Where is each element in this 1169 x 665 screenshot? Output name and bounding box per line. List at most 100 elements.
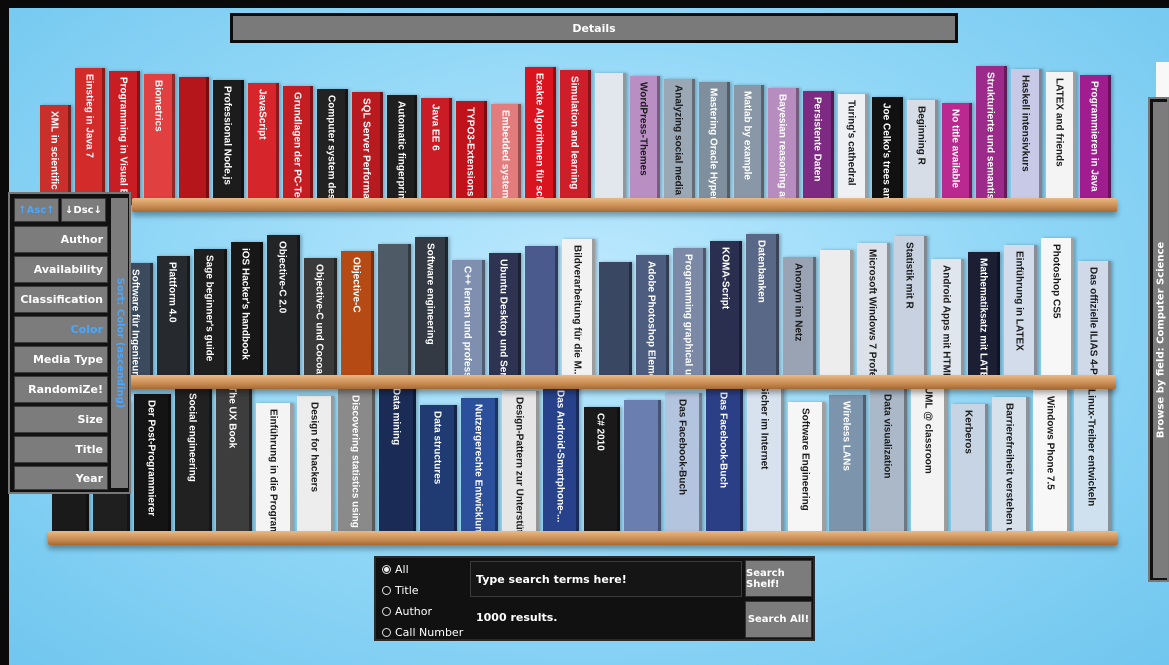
search-all-button[interactable]: Search All!	[745, 601, 812, 638]
book-spine[interactable]: Bildverarbeitung für die M...	[562, 239, 596, 383]
book-spine[interactable]	[599, 262, 632, 383]
browse-panel[interactable]: Browse by field: Computer Science	[1148, 97, 1169, 582]
book-spine[interactable]: Adobe Photoshop Elements 10	[635, 255, 669, 383]
book-spine[interactable]: Barrierefreiheit verstehen und umsetzen	[992, 397, 1030, 538]
book-spine[interactable]: Bayesian reasoning and machine learning	[768, 88, 799, 205]
search-scope-all[interactable]: All	[382, 563, 409, 576]
book-spine[interactable]: Data visualization	[869, 388, 907, 538]
book-spine[interactable]: Computer system design	[317, 89, 349, 205]
book-spine[interactable]: Strukturierte und semantische Analyse	[976, 66, 1007, 205]
sort-year-button[interactable]: Year	[14, 466, 108, 490]
book-spine[interactable]: The UX Book	[215, 380, 253, 538]
book-spine[interactable]	[624, 400, 662, 538]
book-spine[interactable]: No title available	[941, 103, 973, 205]
book-spine[interactable]: Persistente Daten	[802, 91, 834, 205]
book-spine[interactable]: Simulation and learning	[560, 70, 591, 205]
offscreen-book[interactable]	[1156, 62, 1169, 98]
book-spine[interactable]: Biometrics	[144, 74, 175, 205]
search-scope-title[interactable]: Title	[382, 584, 419, 597]
sort-availability-button[interactable]: Availability	[14, 256, 108, 283]
book-spine[interactable]: Beginning R	[906, 100, 938, 205]
book-spine[interactable]: Haskell intensivkurs	[1010, 69, 1042, 205]
sort-author-button[interactable]: Author	[14, 226, 108, 253]
book-spine[interactable]: Objective-C	[341, 251, 374, 383]
book-spine[interactable]: Social engineering	[174, 387, 212, 538]
book-spine[interactable]: Das offizielle ILIAS 4-Praxisbuch	[1078, 261, 1111, 383]
book-spine[interactable]: Objective-C und Cocoa P...	[304, 258, 338, 383]
sort-size-button[interactable]: Size	[14, 406, 108, 433]
book-spine[interactable]: SQL Server Performance Tuning	[352, 92, 383, 205]
book-spine[interactable]: Das Facebook-Buch	[706, 386, 744, 538]
book-spine[interactable]: Android Apps mit HTML, CSS und JavaScrip…	[930, 259, 964, 383]
book-spine[interactable]: Wireless LANs	[828, 395, 866, 538]
book-spine[interactable]: Einführung in die Programmierung mit C++	[256, 403, 294, 538]
search-shelf-button[interactable]: Search Shelf!	[745, 560, 812, 597]
book-spine[interactable]: KOMA-Script	[709, 241, 743, 383]
book-spine[interactable]: Exakte Algorithmen für sch...	[525, 67, 557, 205]
book-spine[interactable]: Kerberos	[951, 404, 989, 538]
sort-media-type-button[interactable]: Media Type	[14, 346, 108, 373]
book-spine[interactable]: C# 2010	[583, 407, 621, 538]
book-spine[interactable]: Software engineering	[414, 237, 448, 383]
book-spine[interactable]: iOS Hacker's handbook	[230, 242, 264, 383]
book-spine[interactable]	[178, 77, 210, 205]
book-spine[interactable]: Software Engineering	[787, 402, 825, 538]
search-scope-call-number[interactable]: Call Number	[382, 626, 463, 639]
book-spine[interactable]: Anonym im Netz	[783, 257, 817, 383]
book-spine[interactable]: Grundlagen der PC-Techn...	[282, 86, 314, 205]
book-spine[interactable]: JavaScript	[248, 83, 279, 205]
sort-ascending-button[interactable]: ↑Asc↑	[14, 198, 59, 222]
book-spine[interactable]: Das Facebook-Buch	[665, 393, 703, 538]
book-spine[interactable]: Design-Pattern zur Unterstützung der G..…	[501, 391, 539, 538]
book-spine[interactable]: Windows Phone 7.5	[1033, 390, 1071, 538]
book-spine[interactable]: Nutzergerechte Entwicklung von Mo...	[460, 398, 498, 538]
book-spine[interactable]: Discovering statistics using R	[338, 389, 376, 538]
book-spine[interactable]: UML @ classroom	[910, 381, 948, 538]
book-spine[interactable]: Statistik mit R	[893, 236, 927, 383]
book-spine[interactable]: Das Android-Smartphone-...	[542, 384, 580, 538]
book-spine[interactable]	[820, 250, 854, 383]
book-spine[interactable]: Data mining	[379, 382, 416, 538]
search-scope-author[interactable]: Author	[382, 605, 432, 618]
book-spine[interactable]: Turing's cathedral	[837, 94, 869, 205]
book-spine[interactable]: Mastering Oracle Hyperion	[698, 82, 730, 205]
book-spine[interactable]: LATEX and friends	[1045, 72, 1077, 205]
book-spine[interactable]: Photoshop CS5	[1041, 238, 1075, 383]
book-spine[interactable]: Embedded system design	[490, 104, 522, 205]
sort-title-button[interactable]: Title	[14, 436, 108, 463]
book-spine[interactable]: Professional Node.js	[213, 80, 245, 205]
book-spine[interactable]: Plattform 4.0	[156, 256, 190, 383]
book-spine[interactable]: C++ lernen und professionell anwenden	[451, 260, 485, 383]
browse-field-tab[interactable]: Browse by field: Computer Science	[1153, 102, 1168, 578]
book-spine[interactable]: Sicher im Internet	[747, 379, 784, 538]
book-spine[interactable]	[594, 73, 626, 205]
book-spine[interactable]: Programming graphical us...	[672, 248, 706, 383]
book-spine[interactable]: Programming in Visual Basic 2010	[109, 71, 141, 205]
sort-color-button[interactable]: Color	[14, 316, 108, 343]
book-spine[interactable]: XML in scientific computing	[40, 105, 71, 205]
book-spine[interactable]	[525, 246, 559, 383]
book-spine[interactable]: TYPO3-Extensions	[456, 101, 487, 205]
book-spine[interactable]: Automatic fingerprint rec...	[386, 95, 418, 205]
book-spine[interactable]: Der Post-Programmierer	[133, 394, 171, 538]
book-spine[interactable]: Einstieg in Java 7	[74, 68, 106, 205]
book-spine[interactable]: Sage beginner's guide	[193, 249, 227, 383]
sort-randomize-button[interactable]: RandomiZe!	[14, 376, 108, 403]
book-spine[interactable]: Objective-C 2.0	[267, 235, 301, 383]
sort-descending-button[interactable]: ↓Dsc↓	[61, 198, 106, 222]
book-spine[interactable]: WordPress-Themes	[629, 76, 661, 205]
book-spine[interactable]: Design for hackers	[297, 396, 335, 538]
book-spine[interactable]: Microsoft Windows 7 Professional - das H…	[857, 243, 890, 383]
details-button[interactable]: Details	[230, 13, 958, 43]
book-spine[interactable]: Matlab by example	[733, 85, 765, 205]
book-spine[interactable]	[377, 244, 411, 383]
book-spine[interactable]: Data structures	[419, 405, 457, 538]
book-spine[interactable]: Analyzing social media networks with Nod…	[664, 79, 695, 205]
book-spine[interactable]: Java EE 6	[421, 98, 453, 205]
sort-classification-button[interactable]: Classification	[14, 286, 108, 313]
book-spine[interactable]: Programmieren in Java	[1080, 75, 1111, 205]
book-spine[interactable]: Ubuntu Desktop und Server	[488, 253, 522, 383]
book-spine[interactable]: Mathematiksatz mit LATEX	[967, 252, 1001, 383]
book-spine[interactable]: Einführung in LATEX	[1004, 245, 1038, 383]
book-spine[interactable]: Datenbanken	[746, 234, 780, 383]
